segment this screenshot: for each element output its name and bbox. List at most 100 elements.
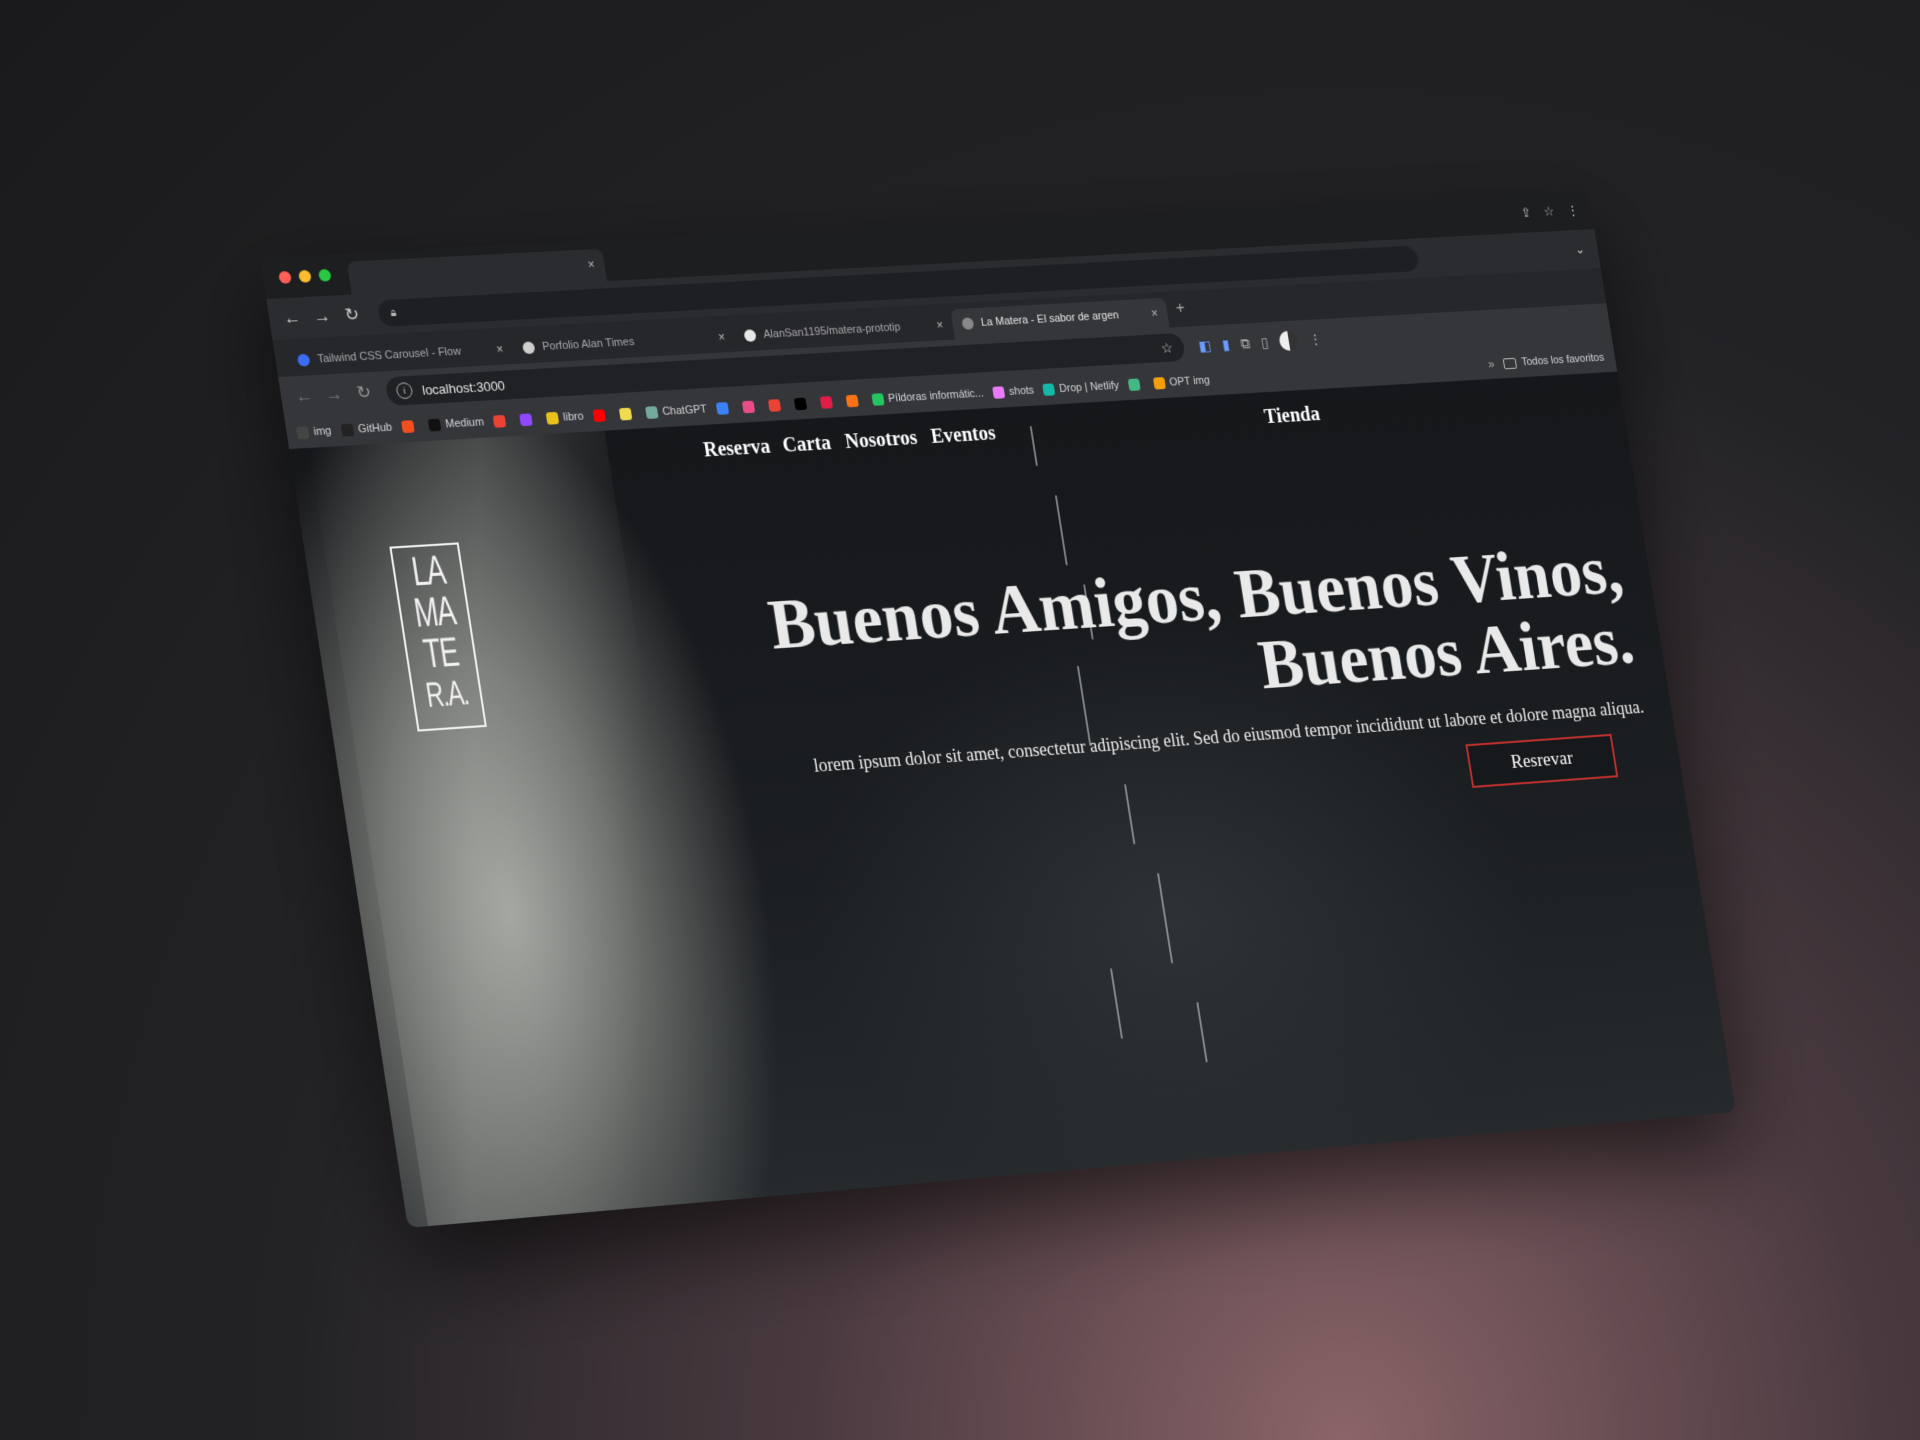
orange-app-icon [845, 394, 859, 408]
tab-title: Tailwind CSS Carousel - Flow [316, 345, 462, 366]
shots-icon [992, 386, 1006, 399]
chevron-down-icon[interactable]: ⌄ [1574, 241, 1586, 257]
bookmark-label: Medium [444, 416, 485, 431]
bookmark-item[interactable]: img [295, 424, 333, 440]
nav-tienda[interactable]: Tienda [1263, 403, 1322, 429]
bookmark-item[interactable]: shots [992, 385, 1035, 399]
flour-streak [1157, 873, 1174, 964]
bookmark-item[interactable]: GitHub [340, 421, 394, 437]
bookmark-label: Drop | Netlify [1058, 379, 1120, 396]
bookmark-item[interactable] [519, 413, 538, 427]
record-icon [819, 396, 833, 409]
menu-dots-icon[interactable]: ⋮ [1566, 202, 1580, 218]
forward-arrow-icon[interactable]: → [318, 384, 351, 406]
bookmark-item[interactable]: Drop | Netlify [1042, 379, 1120, 396]
close-window-button[interactable] [278, 270, 292, 284]
side-panel-icon[interactable]: ▯ [1260, 334, 1270, 351]
lock-icon: 🔒︎ [389, 306, 398, 319]
extensions-puzzle-icon[interactable]: ⧉ [1239, 335, 1251, 352]
extensions-area: ◧ ▮ ⧉ ▯ ⋮ [1197, 329, 1323, 356]
bookmark-item[interactable] [741, 400, 760, 414]
github-icon [340, 423, 355, 437]
bookmark-item[interactable]: Medium [427, 416, 485, 432]
x-icon [793, 397, 807, 411]
tab-title: La Matera - El sabor de argen [980, 309, 1120, 329]
folder-icon [1502, 357, 1517, 369]
logo-line: MA [410, 588, 458, 637]
gmail-icon [492, 414, 507, 428]
star-icon[interactable]: ☆ [1542, 204, 1555, 220]
bookmark-item[interactable] [492, 414, 512, 428]
profile-avatar[interactable] [1277, 330, 1300, 352]
bookmark-item[interactable] [715, 402, 734, 415]
bookmark-label: shots [1008, 384, 1035, 398]
tab-close-icon[interactable]: × [1150, 306, 1159, 320]
flour-streak [1124, 784, 1136, 845]
js-icon [618, 407, 633, 421]
chatgpt-icon [644, 406, 659, 419]
bookmark-item[interactable] [592, 409, 610, 423]
bookmark-item[interactable]: Píldoras informátic... [871, 387, 985, 406]
forward-arrow-icon[interactable]: → [306, 306, 339, 328]
bookmark-item[interactable] [793, 397, 812, 411]
nav-nosotros[interactable]: Nosotros [843, 427, 918, 454]
bookmark-label: ChatGPT [661, 403, 708, 419]
docs-icon[interactable]: ▮ [1221, 336, 1231, 353]
browser-window: × ⇪ ☆ ⋮ ← → ↻ 🔒︎ ⌄ Tailwind CSS Carousel… [260, 190, 1737, 1228]
pildoras-icon [871, 393, 885, 406]
nav-reserva[interactable]: Reserva [702, 435, 772, 462]
bookmark-label: GitHub [357, 421, 394, 436]
new-tab-button[interactable]: + [1175, 300, 1187, 318]
bookmark-item[interactable] [1127, 378, 1145, 392]
youtube-icon [592, 409, 607, 423]
logo-line: R.A. [423, 673, 471, 716]
bookmark-item[interactable]: libro [545, 410, 585, 425]
bookmark-item[interactable] [845, 394, 863, 408]
bookmark-label: OPT img [1168, 374, 1211, 389]
netlify-icon [1042, 383, 1056, 396]
flour-streak [1110, 968, 1123, 1039]
vue-icon [1127, 378, 1141, 392]
flowbite-icon [296, 353, 311, 367]
medium-icon [427, 418, 442, 432]
bookmark-item[interactable]: ChatGPT [644, 403, 708, 419]
bookmark-item[interactable] [618, 407, 637, 421]
bookmark-item[interactable] [819, 396, 837, 409]
tab-close-icon[interactable]: × [495, 342, 504, 357]
bookmark-star-icon[interactable]: ☆ [1160, 339, 1174, 357]
all-bookmarks-label: Todos los favoritos [1520, 351, 1606, 369]
back-arrow-icon[interactable]: ← [276, 307, 309, 329]
reload-icon[interactable]: ↻ [335, 304, 368, 326]
logo-line: LA [408, 547, 448, 595]
flour-streak [1054, 495, 1068, 566]
site-info-icon[interactable]: i [395, 382, 414, 400]
window-tab-close-icon[interactable]: × [587, 257, 596, 272]
share-icon[interactable]: ⇪ [1520, 205, 1532, 221]
url-text: localhost:3000 [421, 377, 506, 398]
reload-icon[interactable]: ↻ [347, 382, 380, 404]
tab-title: Porfolio Alan Times [541, 335, 636, 354]
gmail-icon [767, 399, 782, 412]
figma-icon [401, 420, 415, 434]
nav-eventos[interactable]: Eventos [929, 422, 997, 449]
bookmark-item[interactable]: OPT img [1152, 374, 1211, 390]
bookmark-item[interactable] [401, 420, 420, 434]
maximize-window-button[interactable] [317, 268, 332, 282]
tab-close-icon[interactable]: × [717, 330, 726, 345]
bookmark-item[interactable] [767, 399, 786, 412]
flour-streak [1196, 1002, 1208, 1063]
nav-carta[interactable]: Carta [781, 432, 833, 458]
traffic-lights [278, 268, 332, 284]
hero-section: Reserva Carta Nosotros Eventos Tienda LA… [289, 371, 1737, 1228]
tab-close-icon[interactable]: × [935, 318, 944, 332]
menu-dots-icon[interactable]: ⋮ [1307, 331, 1323, 349]
a-logo-icon [521, 341, 536, 355]
bookmarks-overflow-button[interactable]: » [1487, 357, 1495, 371]
translate-icon[interactable]: ◧ [1197, 337, 1212, 355]
reserve-button[interactable]: Resrevar [1465, 733, 1619, 788]
vercel-icon [715, 402, 730, 415]
back-arrow-icon[interactable]: ← [288, 385, 321, 407]
minimize-window-button[interactable] [298, 269, 312, 283]
all-bookmarks-folder[interactable]: Todos los favoritos [1502, 352, 1605, 370]
bookmark-label: img [312, 424, 333, 439]
